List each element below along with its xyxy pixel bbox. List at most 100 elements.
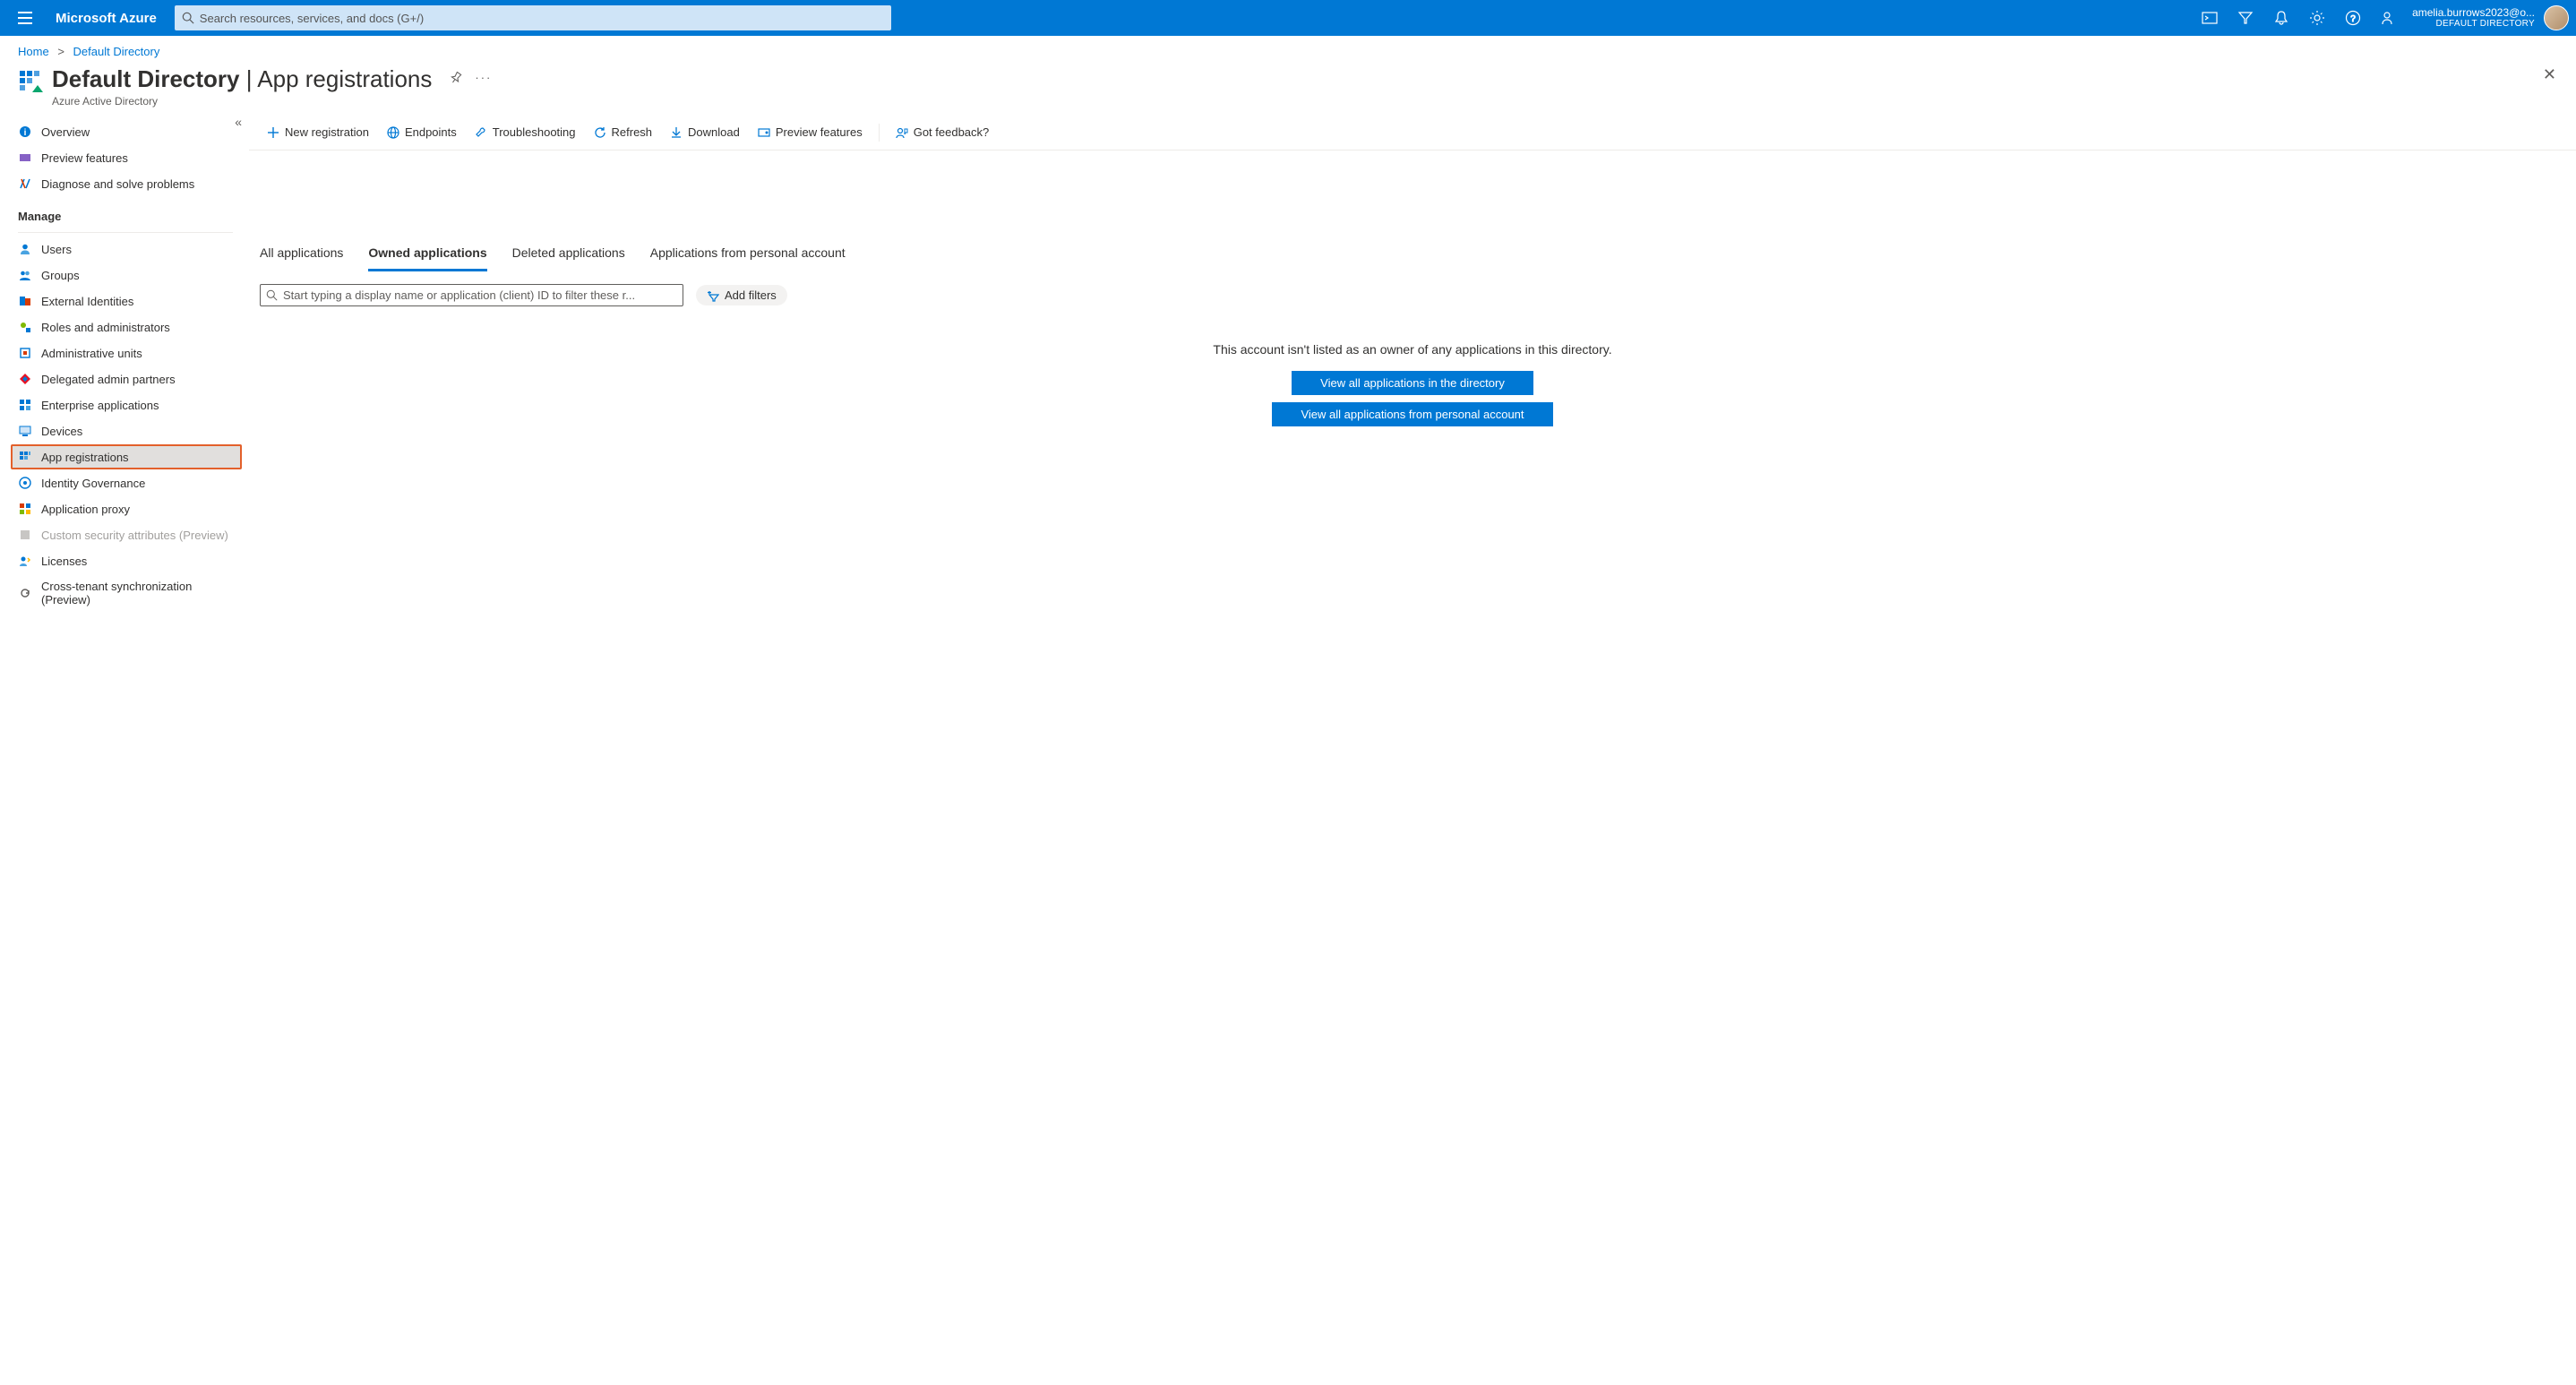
sidebar-item-label: External Identities [41, 295, 133, 308]
avatar[interactable] [2544, 5, 2569, 30]
filter-input[interactable]: Start typing a display name or applicati… [260, 284, 683, 306]
account-email: amelia.burrows2023@o... [2412, 7, 2535, 19]
sidebar-item-users[interactable]: Users [11, 237, 242, 262]
sidebar-item-label: App registrations [41, 451, 129, 464]
sidebar-item-cross-tenant-sync[interactable]: Cross-tenant synchronization (Preview) [11, 574, 242, 612]
account-block[interactable]: amelia.burrows2023@o... DEFAULT DIRECTOR… [2407, 7, 2540, 29]
download-button[interactable]: Download [663, 122, 747, 142]
sidebar-item-enterprise-apps[interactable]: Enterprise applications [11, 392, 242, 417]
refresh-button[interactable]: Refresh [587, 122, 660, 142]
sidebar-item-identity-governance[interactable]: Identity Governance [11, 470, 242, 495]
help-icon: ? [2345, 10, 2361, 26]
command-bar: New registration Endpoints Troubleshooti… [249, 115, 2576, 151]
sidebar-item-label: Cross-tenant synchronization (Preview) [41, 580, 233, 606]
hamburger-icon [18, 12, 32, 24]
global-search[interactable]: Search resources, services, and docs (G+… [175, 5, 891, 30]
sidebar-item-label: Identity Governance [41, 477, 145, 490]
sidebar-item-app-registrations[interactable]: App registrations [11, 444, 242, 469]
sidebar-item-groups[interactable]: Groups [11, 262, 242, 288]
user-icon [18, 242, 32, 256]
view-all-directory-button[interactable]: View all applications in the directory [1292, 371, 1533, 395]
devices-icon [18, 424, 32, 438]
directories-button[interactable] [2228, 0, 2263, 36]
sidebar-item-external-identities[interactable]: External Identities [11, 288, 242, 314]
search-icon [266, 289, 278, 301]
page-header: Default Directory | App registrations Az… [0, 62, 2576, 115]
brand-label[interactable]: Microsoft Azure [43, 11, 169, 26]
add-filter-icon [707, 289, 719, 302]
sidebar-item-diagnose[interactable]: Diagnose and solve problems [11, 171, 242, 196]
troubleshooting-button[interactable]: Troubleshooting [468, 122, 583, 142]
feedback-icon [896, 126, 908, 139]
diagnose-icon [18, 176, 32, 191]
got-feedback-button[interactable]: Got feedback? [889, 122, 997, 142]
sidebar-item-admin-units[interactable]: Administrative units [11, 340, 242, 366]
tab-owned-applications[interactable]: Owned applications [368, 240, 486, 271]
group-icon [18, 268, 32, 282]
page-title: Default Directory | App registrations [52, 65, 432, 92]
menu-button[interactable] [7, 0, 43, 36]
empty-message: This account isn't listed as an owner of… [260, 342, 2565, 357]
topbar-icons: ? [2192, 0, 2407, 36]
sidebar-item-label: Diagnose and solve problems [41, 177, 194, 191]
tab-deleted-applications[interactable]: Deleted applications [512, 240, 625, 271]
download-icon [670, 126, 683, 139]
person-feedback-icon [2381, 10, 2397, 26]
breadcrumb-home[interactable]: Home [18, 45, 49, 58]
filter-placeholder: Start typing a display name or applicati… [283, 288, 635, 302]
add-filters-button[interactable]: Add filters [696, 285, 787, 305]
search-icon [182, 12, 194, 24]
refresh-icon [594, 126, 606, 139]
app-proxy-icon [18, 502, 32, 516]
pin-icon [450, 72, 462, 84]
view-personal-button[interactable]: View all applications from personal acco… [1272, 402, 1553, 426]
governance-icon [18, 476, 32, 490]
sidebar: « i Overview Preview features Diagnose a… [0, 115, 249, 1385]
sidebar-item-label: Groups [41, 269, 80, 282]
sidebar-item-label: Users [41, 243, 72, 256]
settings-button[interactable] [2299, 0, 2335, 36]
sidebar-item-overview[interactable]: i Overview [11, 119, 242, 144]
close-button[interactable]: ✕ [2543, 65, 2556, 84]
sidebar-item-devices[interactable]: Devices [11, 418, 242, 443]
preview-features-button[interactable]: Preview features [751, 122, 870, 142]
sync-icon [18, 586, 32, 600]
sidebar-item-preview-features[interactable]: Preview features [11, 145, 242, 170]
info-icon: i [18, 125, 32, 139]
account-directory: DEFAULT DIRECTORY [2436, 19, 2536, 29]
preview-features-icon [758, 126, 770, 139]
cloud-shell-button[interactable] [2192, 0, 2228, 36]
main-panel: New registration Endpoints Troubleshooti… [249, 115, 2576, 1385]
topbar: Microsoft Azure Search resources, servic… [0, 0, 2576, 36]
filter-icon [2237, 10, 2254, 26]
sidebar-item-licenses[interactable]: Licenses [11, 548, 242, 573]
sidebar-collapse[interactable]: « [235, 115, 242, 129]
tab-personal-applications[interactable]: Applications from personal account [650, 240, 846, 271]
external-identities-icon [18, 294, 32, 308]
endpoints-button[interactable]: Endpoints [380, 122, 464, 142]
new-registration-button[interactable]: New registration [260, 122, 376, 142]
more-button[interactable]: ··· [475, 71, 492, 84]
admin-units-icon [18, 346, 32, 360]
wrench-icon [475, 126, 487, 139]
sidebar-group-manage: Manage [11, 197, 249, 228]
sidebar-item-roles[interactable]: Roles and administrators [11, 314, 242, 340]
tab-all-applications[interactable]: All applications [260, 240, 343, 271]
breadcrumb-separator: > [57, 45, 64, 58]
sidebar-item-label: Enterprise applications [41, 399, 159, 412]
breadcrumb: Home > Default Directory [0, 36, 2576, 62]
page-subtitle: Azure Active Directory [52, 95, 432, 108]
sidebar-item-application-proxy[interactable]: Application proxy [11, 496, 242, 521]
pin-button[interactable] [450, 72, 462, 84]
help-button[interactable]: ? [2335, 0, 2371, 36]
globe-icon [387, 126, 399, 139]
notifications-button[interactable] [2263, 0, 2299, 36]
app-registrations-icon [18, 450, 32, 464]
svg-text:?: ? [2350, 14, 2356, 24]
breadcrumb-current[interactable]: Default Directory [73, 45, 160, 58]
feedback-button[interactable] [2371, 0, 2407, 36]
sidebar-item-label: Custom security attributes (Preview) [41, 529, 228, 542]
security-attr-icon [18, 528, 32, 542]
sidebar-item-label: Overview [41, 125, 90, 139]
sidebar-item-delegated-partners[interactable]: Delegated admin partners [11, 366, 242, 391]
